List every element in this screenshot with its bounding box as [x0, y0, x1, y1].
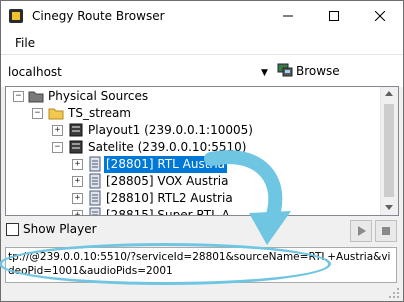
route-url-textbox[interactable]: tp://@239.0.0.10:5510/?serviceId=28801&s…	[5, 247, 397, 283]
maximize-icon	[329, 11, 339, 21]
expand-toggle[interactable]: +	[72, 159, 83, 170]
app-icon	[9, 9, 23, 23]
close-button[interactable]	[357, 1, 403, 32]
title-bar[interactable]: Cinegy Route Browser	[1, 1, 403, 32]
expand-toggle[interactable]: +	[72, 176, 83, 187]
tree-node-playout1[interactable]: + Playout1 (239.0.0.1:10005)	[6, 122, 376, 139]
server-icon	[69, 140, 83, 154]
tree-node-channel[interactable]: + [28805] VOX Austria	[6, 173, 376, 190]
tree-node-channel[interactable]: + [28801] RTL Austria	[6, 156, 376, 173]
scroll-down-icon[interactable]	[385, 205, 393, 210]
tree-label: Satelite (239.0.0.10:5510)	[88, 140, 247, 154]
minimize-button[interactable]	[265, 1, 311, 32]
window-title: Cinegy Route Browser	[32, 9, 165, 23]
network-computer-icon	[277, 63, 293, 77]
tree-label: [28810] RTL2 Austria	[106, 191, 233, 205]
tree-vertical-scrollbar[interactable]	[380, 87, 398, 215]
show-player-checkbox[interactable]	[6, 223, 19, 236]
tree-label: TS_stream	[68, 106, 131, 120]
tree-node-channel[interactable]: + [28815] Super RTL A	[6, 207, 376, 216]
minimize-icon	[283, 15, 293, 17]
tree-label: Playout1 (239.0.0.1:10005)	[88, 123, 253, 137]
channel-document-icon	[89, 190, 101, 206]
expand-toggle[interactable]: +	[72, 210, 83, 215]
host-combobox[interactable]: localhost	[8, 65, 62, 79]
play-icon	[358, 226, 366, 236]
main-window: Cinegy Route Browser File localhost ▼ Br…	[0, 0, 404, 302]
tree-node-physical-sources[interactable]: − Physical Sources	[6, 88, 376, 105]
resize-grip-icon[interactable]	[388, 287, 400, 299]
close-icon	[375, 11, 385, 21]
chevron-down-icon[interactable]: ▼	[261, 68, 268, 78]
tree-label: [28805] VOX Austria	[106, 174, 229, 188]
stop-button[interactable]	[375, 220, 397, 242]
address-bar: localhost ▼ Browse	[1, 54, 403, 87]
menu-file[interactable]: File	[15, 36, 35, 50]
player-row: Show Player	[1, 217, 403, 245]
tree-node-channel[interactable]: + [28810] RTL2 Austria	[6, 190, 376, 207]
play-button[interactable]	[350, 220, 372, 242]
channel-document-icon	[89, 207, 101, 215]
folder-icon	[48, 108, 64, 120]
tree-node-satelite[interactable]: − Satelite (239.0.0.10:5510)	[6, 139, 376, 156]
tree-label: [28815] Super RTL A	[106, 208, 230, 216]
tree-label: Physical Sources	[48, 89, 149, 103]
collapse-toggle[interactable]: −	[52, 142, 63, 153]
status-bar	[1, 285, 403, 301]
channel-document-icon	[89, 173, 101, 189]
channel-document-icon	[89, 156, 101, 172]
maximize-button[interactable]	[311, 1, 357, 32]
collapse-toggle[interactable]: −	[32, 108, 43, 119]
expand-toggle[interactable]: +	[72, 193, 83, 204]
route-tree[interactable]: − Physical Sources − TS_stream + Playout…	[5, 86, 399, 216]
tree-node-ts-stream[interactable]: − TS_stream	[6, 105, 376, 122]
collapse-toggle[interactable]: −	[13, 91, 24, 102]
show-player-label: Show Player	[23, 222, 97, 236]
tree-label-selected: [28801] RTL Austria	[104, 156, 228, 173]
menu-bar: File	[1, 32, 403, 54]
folder-icon	[28, 91, 44, 103]
scroll-thumb[interactable]	[384, 104, 394, 197]
scroll-up-icon[interactable]	[385, 91, 393, 96]
expand-toggle[interactable]: +	[52, 125, 63, 136]
stop-icon	[382, 227, 390, 235]
server-icon	[69, 123, 83, 137]
browse-label: Browse	[296, 64, 340, 78]
